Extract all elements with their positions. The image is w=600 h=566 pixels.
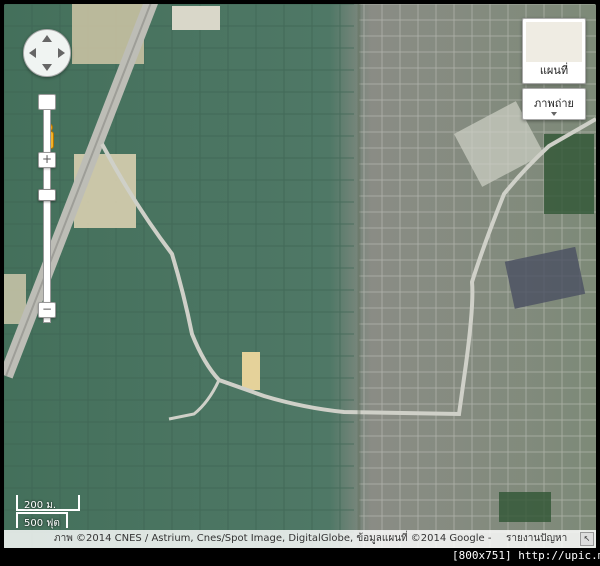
map-type-satellite-button[interactable]: ภาพถ่าย	[522, 88, 586, 120]
satellite-imagery	[4, 4, 596, 548]
image-watermark: [800x751] http://upic.me/	[452, 549, 600, 562]
map-type-map-button[interactable]: แผนที่	[522, 18, 586, 84]
expand-corner-icon[interactable]: ↖	[580, 532, 594, 546]
pan-up-icon[interactable]	[42, 35, 52, 42]
scale-bar: 200 ม. 500 ฟุต	[12, 495, 132, 535]
pan-right-icon[interactable]	[58, 48, 65, 58]
zoom-slider-handle[interactable]	[38, 189, 56, 201]
scale-imperial-label: 500 ฟุต	[24, 518, 60, 529]
zoom-slider-track[interactable]	[43, 109, 51, 323]
pan-down-icon[interactable]	[42, 64, 52, 71]
map-type-satellite-label: ภาพถ่าย	[534, 97, 574, 110]
image-frame: + − แผนที่ ภาพถ่าย 200 ม. 500 ฟุต ภาพ ©2…	[0, 0, 600, 566]
scale-metric-label: 200 ม.	[24, 500, 57, 511]
pan-left-icon[interactable]	[29, 48, 36, 58]
zoom-in-button[interactable]: +	[38, 152, 56, 168]
street-view-box[interactable]	[38, 94, 56, 110]
zoom-out-button[interactable]: −	[38, 302, 56, 318]
map-type-map-label: แผนที่	[539, 64, 569, 77]
attribution-text: ภาพ ©2014 CNES / Astrium, Cnes/Spot Imag…	[54, 533, 492, 544]
report-problem-link[interactable]: รายงานปัญหา	[506, 530, 567, 548]
map-thumbnail	[526, 22, 582, 62]
satellite-map[interactable]: + − แผนที่ ภาพถ่าย 200 ม. 500 ฟุต	[4, 4, 596, 548]
attribution-bar: ภาพ ©2014 CNES / Astrium, Cnes/Spot Imag…	[4, 530, 596, 548]
pan-control[interactable]	[23, 29, 71, 77]
chevron-down-icon	[551, 112, 557, 116]
